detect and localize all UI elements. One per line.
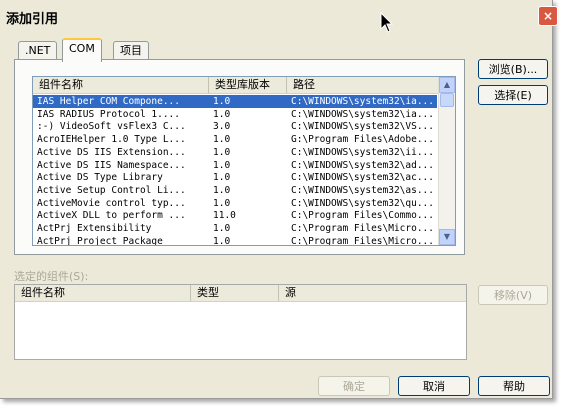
cell-component-name: :-) VideoSoft vsFlex3 C... <box>37 121 186 133</box>
cell-typelib-version: 1.0 <box>213 172 231 184</box>
table-row[interactable]: Active DS Type Library 1.0 C:\WINDOWS\syst… <box>33 171 437 184</box>
components-list[interactable]: 组件名称 类型库版本 路径 IAS Helper COM Compone... 1… <box>32 76 456 246</box>
cell-component-path: C:\WINDOWS\system32\VS... <box>291 121 434 133</box>
add-reference-dialog: 添加引用 .NET COM 项目 组件名称 类型库版本 路径 IAS Helpe… <box>0 0 553 399</box>
close-icon[interactable]: × <box>538 6 558 26</box>
table-row[interactable]: IAS Helper COM Compone... 1.0 C:\WINDOWS\s… <box>33 95 437 108</box>
table-row[interactable]: Active DS IIS Extension... 1.0 C:\WINDOWS\… <box>33 146 437 159</box>
remove-button[interactable]: 移除(V) <box>478 285 548 305</box>
mouse-cursor-icon <box>380 12 394 33</box>
selected-list-header: 组件名称 类型 源 <box>15 285 466 302</box>
components-list-header: 组件名称 类型库版本 路径 <box>33 77 455 94</box>
tab-dotnet[interactable]: .NET <box>18 41 58 60</box>
cell-component-path: C:\Program Files\Micro... <box>291 235 434 246</box>
dialog-title: 添加引用 <box>6 12 59 27</box>
scroll-up-arrow-icon[interactable]: ▲ <box>439 77 455 93</box>
column-header-name[interactable]: 组件名称 <box>33 77 209 93</box>
cell-typelib-version: 1.0 <box>213 223 231 234</box>
table-row[interactable]: ActiveX DLL to perform ... 11.0 C:\Program… <box>33 209 437 222</box>
ok-button[interactable]: 确定 <box>318 376 390 396</box>
cell-component-path: C:\WINDOWS\system32\qu... <box>291 197 434 209</box>
table-row[interactable]: ActPrj Project Package 1.0 C:\Program File… <box>33 235 437 246</box>
cell-component-path: C:\WINDOWS\system32\ia... <box>291 108 434 120</box>
table-row[interactable]: IAS RADIUS Protocol 1.... 1.0 C:\WINDOWS\s… <box>33 108 437 121</box>
cell-typelib-version: 1.0 <box>213 96 231 107</box>
table-row[interactable]: ActPrj Extensibility 1.0 C:\Program Files\… <box>33 222 437 235</box>
cell-component-name: Active DS Type Library <box>37 172 163 184</box>
cell-component-name: ActiveMovie control typ... <box>37 197 186 209</box>
cell-component-name: Active DS IIS Namespace... <box>37 159 186 171</box>
selected-column-header-name[interactable]: 组件名称 <box>15 285 191 301</box>
cell-component-path: C:\WINDOWS\system32\ad... <box>291 159 434 171</box>
cell-component-path: C:\WINDOWS\system32\as... <box>291 184 434 196</box>
scroll-down-arrow-icon[interactable]: ▼ <box>439 229 455 245</box>
selected-column-header-type[interactable]: 类型 <box>191 285 279 301</box>
cell-typelib-version: 1.0 <box>213 235 231 246</box>
cell-component-name: Active Setup Control Li... <box>37 184 186 196</box>
cell-component-path: C:\WINDOWS\system32\ii... <box>291 146 434 158</box>
selected-column-header-source[interactable]: 源 <box>279 285 466 301</box>
cell-component-name: ActPrj Project Package <box>37 235 163 246</box>
selected-components-label: 选定的组件(S): <box>14 270 89 283</box>
table-row[interactable]: :-) VideoSoft vsFlex3 C... 3.0 C:\WINDOWS\… <box>33 120 437 133</box>
components-list-scrollbar[interactable]: ▲ ▼ <box>438 77 455 245</box>
selected-components-list[interactable]: 组件名称 类型 源 <box>14 284 467 360</box>
cell-component-path: C:\Program Files\Commo... <box>291 210 434 222</box>
table-row[interactable]: Active DS IIS Namespace... 1.0 C:\WINDOWS\… <box>33 159 437 172</box>
table-row[interactable]: Active Setup Control Li... 1.0 C:\WINDOWS\… <box>33 184 437 197</box>
tab-com[interactable]: COM <box>62 38 102 62</box>
cell-typelib-version: 3.0 <box>213 121 231 133</box>
cell-component-name: AcroIEHelper 1.0 Type L... <box>37 134 186 146</box>
cell-component-path: G:\Program Files\Adobe... <box>291 134 434 146</box>
help-button[interactable]: 帮助 <box>478 376 550 396</box>
cell-component-path: C:\WINDOWS\system32\ac... <box>291 172 434 184</box>
com-tab-panel: 组件名称 类型库版本 路径 IAS Helper COM Compone... 1… <box>14 59 465 255</box>
cell-typelib-version: 1.0 <box>213 197 231 209</box>
cell-typelib-version: 11.0 <box>213 210 236 222</box>
select-button[interactable]: 选择(E) <box>478 85 548 105</box>
table-row[interactable]: AcroIEHelper 1.0 Type L... 1.0 G:\Program … <box>33 133 437 146</box>
table-row[interactable]: ActiveMovie control typ... 1.0 C:\WINDOWS\… <box>33 197 437 210</box>
tab-project[interactable]: 项目 <box>113 41 149 60</box>
cell-typelib-version: 1.0 <box>213 159 231 171</box>
title-bar: 添加引用 <box>0 0 552 30</box>
column-header-path[interactable]: 路径 <box>287 77 439 93</box>
cancel-button[interactable]: 取消 <box>398 376 470 396</box>
cell-typelib-version: 1.0 <box>213 108 231 120</box>
cell-typelib-version: 1.0 <box>213 184 231 196</box>
cell-component-name: ActiveX DLL to perform ... <box>37 210 186 222</box>
cell-component-name: IAS Helper COM Compone... <box>37 96 180 107</box>
cell-component-path: C:\WINDOWS\system32\ia... <box>291 96 434 107</box>
scrollbar-thumb[interactable] <box>440 93 454 107</box>
browse-button[interactable]: 浏览(B)... <box>478 59 548 79</box>
cell-component-name: Active DS IIS Extension... <box>37 146 186 158</box>
cell-typelib-version: 1.0 <box>213 134 231 146</box>
cell-component-path: C:\Program Files\Micro... <box>291 223 434 234</box>
column-header-version[interactable]: 类型库版本 <box>209 77 287 93</box>
cell-component-name: IAS RADIUS Protocol 1.... <box>37 108 180 120</box>
cell-typelib-version: 1.0 <box>213 146 231 158</box>
cell-component-name: ActPrj Extensibility <box>37 223 152 234</box>
